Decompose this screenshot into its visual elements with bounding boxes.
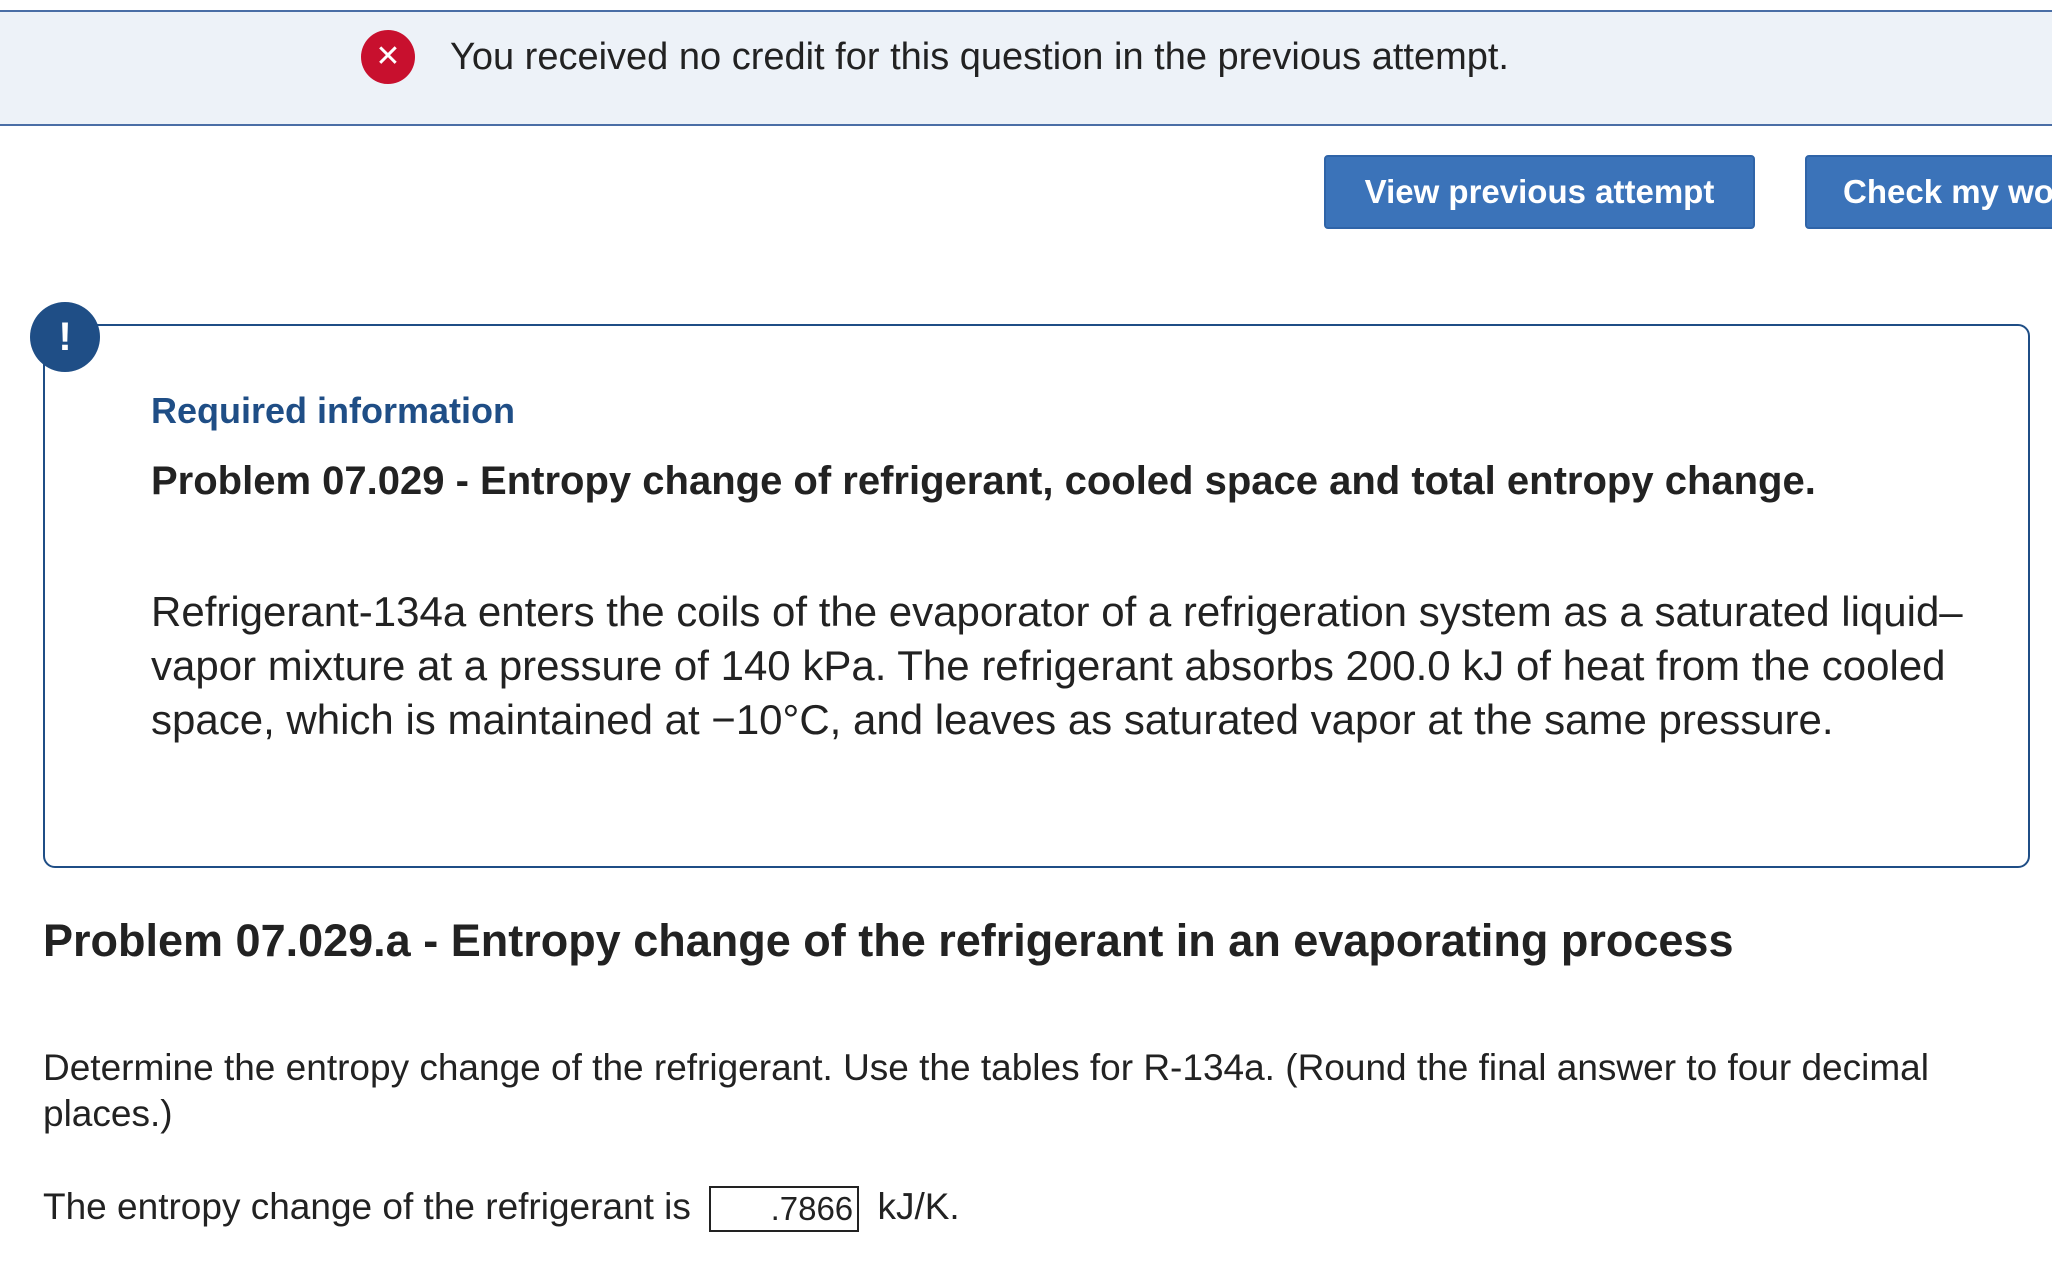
entropy-answer-input[interactable] bbox=[709, 1186, 860, 1233]
feedback-message: You received no credit for this question… bbox=[450, 36, 1509, 78]
answer-prefix: The entropy change of the refrigerant is bbox=[43, 1186, 691, 1227]
close-circle-icon: ✕ bbox=[361, 30, 415, 84]
problem-title: Problem 07.029 - Entropy change of refri… bbox=[151, 459, 1816, 503]
required-information-title: Required information bbox=[151, 390, 516, 431]
answer-unit: kJ/K. bbox=[877, 1186, 960, 1227]
answer-row: The entropy change of the refrigerant is… bbox=[43, 1183, 960, 1233]
view-previous-attempt-button[interactable]: View previous attempt bbox=[1324, 155, 1755, 229]
check-my-work-button[interactable]: Check my wo bbox=[1805, 155, 2052, 229]
problem-statement: Refrigerant-134a enters the coils of the… bbox=[151, 588, 1963, 743]
part-a-instructions: Determine the entropy change of the refr… bbox=[43, 1047, 1929, 1134]
part-a-heading: Problem 07.029.a - Entropy change of the… bbox=[43, 915, 1734, 966]
exclamation-icon: ! bbox=[30, 302, 100, 372]
